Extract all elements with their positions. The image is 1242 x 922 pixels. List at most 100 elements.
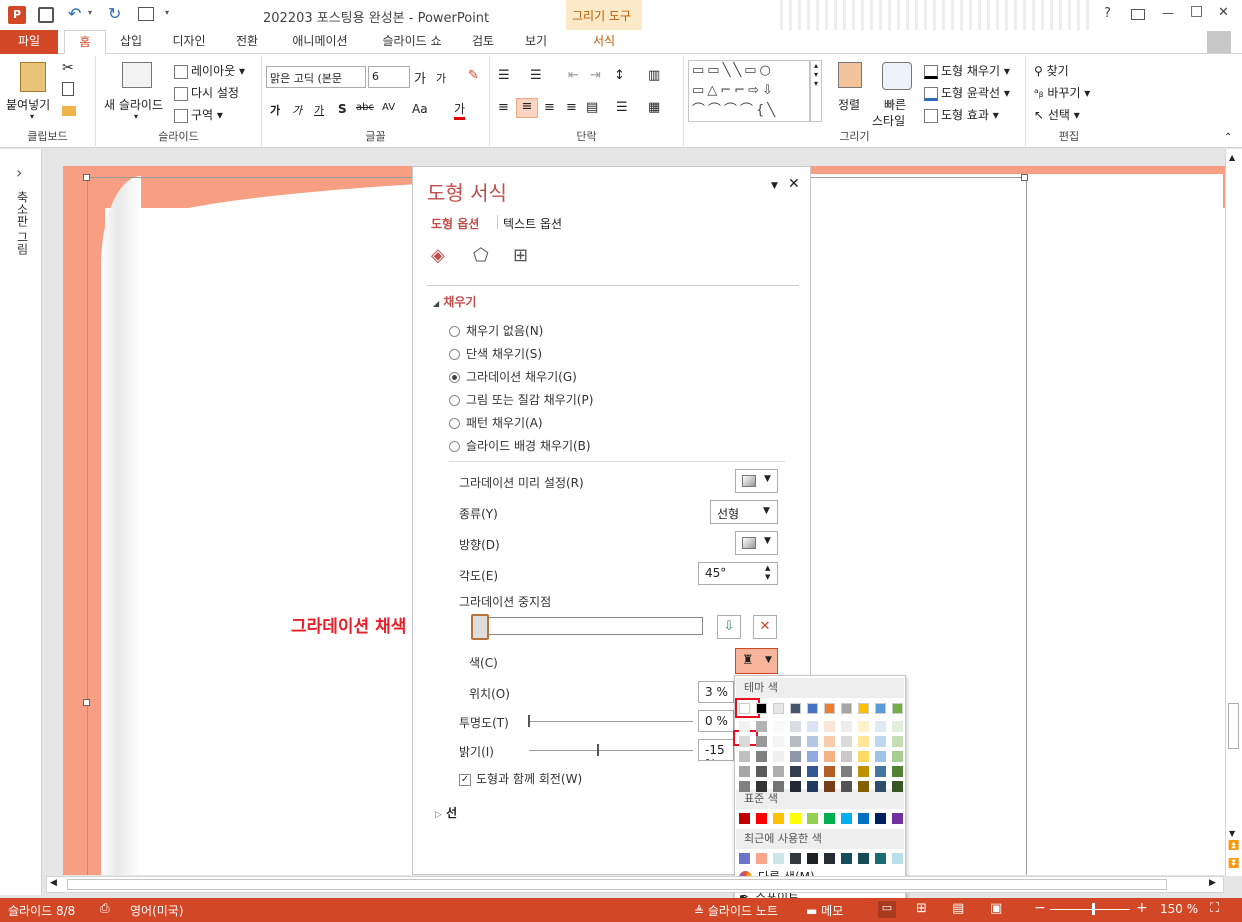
- theme-shade-swatch[interactable]: [807, 781, 818, 792]
- section-button[interactable]: 구역 ▾: [174, 106, 223, 123]
- pane-options-icon[interactable]: ▼: [771, 181, 778, 191]
- tab-home[interactable]: 홈: [64, 30, 106, 55]
- spell-check-icon[interactable]: ⎙: [100, 901, 110, 916]
- brightness-slider-thumb[interactable]: [597, 744, 599, 756]
- tab-shape-options[interactable]: 도형 옵션: [431, 215, 479, 232]
- radio-button-selected[interactable]: [449, 372, 460, 383]
- normal-view-icon[interactable]: ▭: [878, 901, 896, 918]
- theme-color-swatch[interactable]: [892, 703, 903, 714]
- font-size-select[interactable]: 6: [368, 66, 410, 88]
- paste-dropdown-icon[interactable]: ▾: [30, 112, 34, 121]
- theme-shade-swatch[interactable]: [892, 736, 903, 747]
- quick-styles-line2[interactable]: 스타일: [872, 112, 905, 129]
- align-right-icon[interactable]: ≡: [544, 100, 555, 115]
- theme-color-swatch[interactable]: [773, 703, 784, 714]
- scroll-down-icon[interactable]: ▼: [1229, 829, 1235, 838]
- redo-icon[interactable]: ↻: [108, 4, 121, 23]
- checkbox-checked[interactable]: ✓: [459, 773, 471, 786]
- theme-shade-swatch[interactable]: [824, 781, 835, 792]
- arrange-button[interactable]: 정렬: [838, 96, 860, 113]
- position-input[interactable]: 3 %: [698, 681, 734, 703]
- tab-format[interactable]: 서식: [568, 30, 640, 54]
- scroll-up-icon[interactable]: ▲: [1229, 153, 1235, 162]
- theme-shade-swatch[interactable]: [841, 721, 852, 732]
- radio-button[interactable]: [449, 395, 460, 406]
- find-button[interactable]: ⚲ 찾기: [1034, 62, 1069, 79]
- line-spacing-icon[interactable]: ↕: [614, 68, 625, 83]
- smartart-icon[interactable]: ▦: [648, 100, 660, 115]
- shapes-gallery-scroll[interactable]: ▴ ▾ ▾: [810, 60, 822, 122]
- theme-shade-swatch[interactable]: [892, 721, 903, 732]
- theme-shade-swatch[interactable]: [875, 721, 886, 732]
- increase-indent-icon[interactable]: ⇥: [590, 68, 601, 83]
- zoom-level[interactable]: 150 %: [1160, 902, 1198, 916]
- theme-shade-swatch[interactable]: [773, 721, 784, 732]
- align-left-icon[interactable]: ≡: [498, 100, 509, 115]
- undo-dropdown-icon[interactable]: ▾: [88, 8, 92, 17]
- shape-effects-button[interactable]: 도형 효과 ▾: [924, 106, 999, 123]
- tab-transitions[interactable]: 전환: [224, 30, 270, 54]
- standard-color-swatch[interactable]: [892, 813, 903, 824]
- standard-color-swatch[interactable]: [773, 813, 784, 824]
- prev-slide-icon[interactable]: ⏫: [1228, 841, 1239, 851]
- slideshow-view-icon[interactable]: ▣: [990, 901, 1002, 916]
- language-indicator[interactable]: 영어(미국): [130, 902, 184, 919]
- next-slide-icon[interactable]: ⏬: [1228, 859, 1239, 869]
- theme-color-swatch[interactable]: [841, 703, 852, 714]
- recent-color-swatch[interactable]: [807, 853, 818, 864]
- theme-shade-swatch[interactable]: [739, 721, 750, 732]
- zoom-in-icon[interactable]: +: [1136, 900, 1148, 916]
- theme-color-swatch[interactable]: [858, 703, 869, 714]
- theme-shade-swatch[interactable]: [790, 766, 801, 777]
- recent-color-swatch[interactable]: [841, 853, 852, 864]
- recent-color-swatch[interactable]: [773, 853, 784, 864]
- format-painter-icon[interactable]: [62, 106, 76, 116]
- theme-shade-swatch[interactable]: [858, 736, 869, 747]
- distributed-icon[interactable]: ▤: [586, 100, 598, 115]
- resize-handle-ml[interactable]: [83, 699, 90, 706]
- fill-none-option[interactable]: 채우기 없음(N): [449, 322, 543, 339]
- tab-animations[interactable]: 애니메이션: [280, 30, 360, 54]
- fill-pattern-option[interactable]: 패턴 채우기(A): [449, 414, 543, 431]
- zoom-out-icon[interactable]: −: [1034, 900, 1046, 916]
- theme-shade-swatch[interactable]: [892, 751, 903, 762]
- theme-shade-swatch[interactable]: [892, 781, 903, 792]
- numbering-icon[interactable]: ☰: [530, 68, 542, 83]
- recent-color-swatch[interactable]: [824, 853, 835, 864]
- theme-shade-swatch[interactable]: [841, 781, 852, 792]
- shape-outline-button[interactable]: 도형 윤곽선 ▾: [924, 84, 1010, 101]
- standard-color-swatch[interactable]: [807, 813, 818, 824]
- recent-color-swatch[interactable]: [756, 853, 767, 864]
- theme-color-swatch[interactable]: [875, 703, 886, 714]
- new-slide-button[interactable]: 새 슬라이드: [104, 96, 163, 113]
- theme-shade-swatch[interactable]: [875, 781, 886, 792]
- quick-styles-line1[interactable]: 빠른: [884, 96, 906, 113]
- new-slide-dropdown-icon[interactable]: ▾: [134, 112, 138, 121]
- zoom-slider-thumb[interactable]: [1092, 903, 1095, 915]
- italic-icon[interactable]: 가: [292, 102, 302, 118]
- theme-shade-swatch[interactable]: [756, 736, 767, 747]
- direction-dropdown[interactable]: ▼: [735, 531, 778, 555]
- pane-close-icon[interactable]: ✕: [788, 176, 800, 192]
- theme-shade-swatch[interactable]: [739, 736, 750, 747]
- gradient-stop-bar[interactable]: [473, 617, 703, 635]
- theme-shade-swatch[interactable]: [841, 766, 852, 777]
- justify-icon[interactable]: ≡: [566, 100, 577, 115]
- theme-shade-swatch[interactable]: [824, 766, 835, 777]
- user-avatar[interactable]: [1207, 31, 1231, 53]
- theme-color-swatch[interactable]: [756, 703, 767, 714]
- theme-shade-swatch[interactable]: [756, 766, 767, 777]
- standard-color-swatch[interactable]: [858, 813, 869, 824]
- maximize-button[interactable]: □: [1190, 3, 1203, 19]
- save-icon[interactable]: [38, 7, 54, 23]
- theme-shade-swatch[interactable]: [824, 736, 835, 747]
- effects-tab-icon[interactable]: ⬠: [473, 245, 489, 266]
- brightness-input[interactable]: -15 %: [698, 739, 734, 761]
- ribbon-options-icon[interactable]: [1131, 9, 1145, 20]
- theme-shade-swatch[interactable]: [790, 751, 801, 762]
- paste-button[interactable]: 붙여넣기: [6, 96, 50, 113]
- theme-shade-swatch[interactable]: [875, 766, 886, 777]
- recent-color-swatch[interactable]: [892, 853, 903, 864]
- gradient-type-select[interactable]: 선형 ▼: [710, 500, 778, 524]
- tab-insert[interactable]: 삽입: [110, 30, 152, 54]
